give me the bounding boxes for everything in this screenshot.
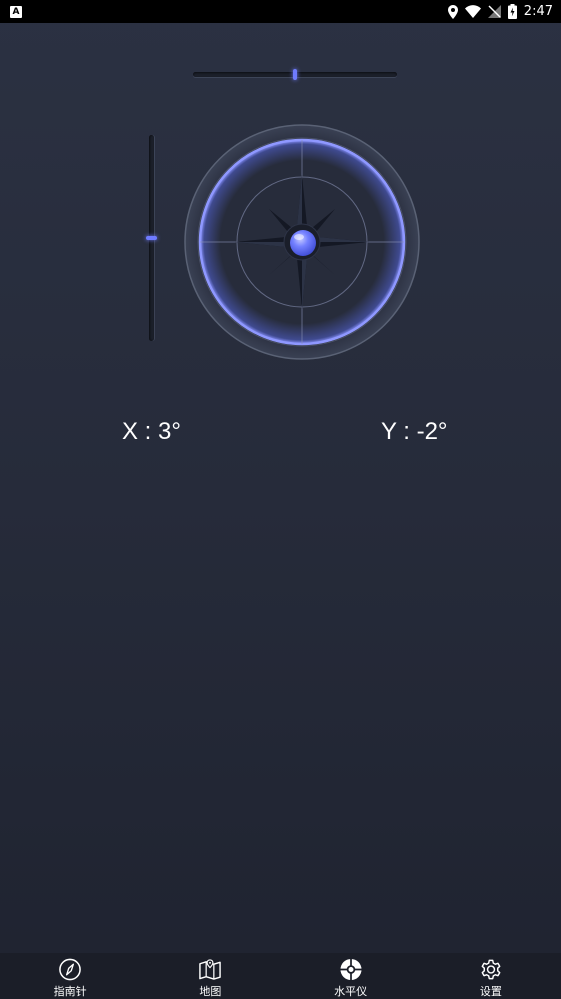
level-icon <box>340 958 362 981</box>
nav-label-level: 水平仪 <box>334 985 368 998</box>
gear-icon <box>481 959 501 980</box>
wifi-icon <box>464 5 481 18</box>
battery-charging-icon <box>507 4 517 19</box>
status-bar: A 2:47 <box>0 0 561 23</box>
nav-item-settings[interactable]: 设置 <box>421 953 561 999</box>
nav-label-compass: 指南针 <box>53 985 87 998</box>
nav-item-level[interactable]: 水平仪 <box>281 953 421 999</box>
horizontal-level-bubble <box>293 69 297 80</box>
bubble-level-dial <box>184 124 420 360</box>
x-angle-reading: X : 3° <box>122 418 181 445</box>
bottom-nav: 指南针 地图 水平仪 设置 <box>0 953 561 999</box>
vertical-level-bubble <box>146 236 157 240</box>
status-time: 2:47 <box>523 4 553 19</box>
notification-icon: A <box>10 5 22 18</box>
vertical-level-track <box>146 135 157 341</box>
compass-icon <box>59 958 81 981</box>
nav-label-map: 地图 <box>199 985 222 998</box>
horizontal-level-track <box>193 69 397 80</box>
y-angle-reading: Y : -2° <box>381 418 448 445</box>
level-bubble <box>290 230 316 256</box>
no-signal-icon <box>487 5 501 18</box>
map-icon <box>199 959 222 980</box>
location-icon <box>447 4 458 19</box>
nav-label-settings: 设置 <box>479 985 502 998</box>
level-bubble-shine <box>294 234 304 240</box>
nav-item-map[interactable]: 地图 <box>140 953 280 999</box>
nav-item-compass[interactable]: 指南针 <box>0 953 140 999</box>
